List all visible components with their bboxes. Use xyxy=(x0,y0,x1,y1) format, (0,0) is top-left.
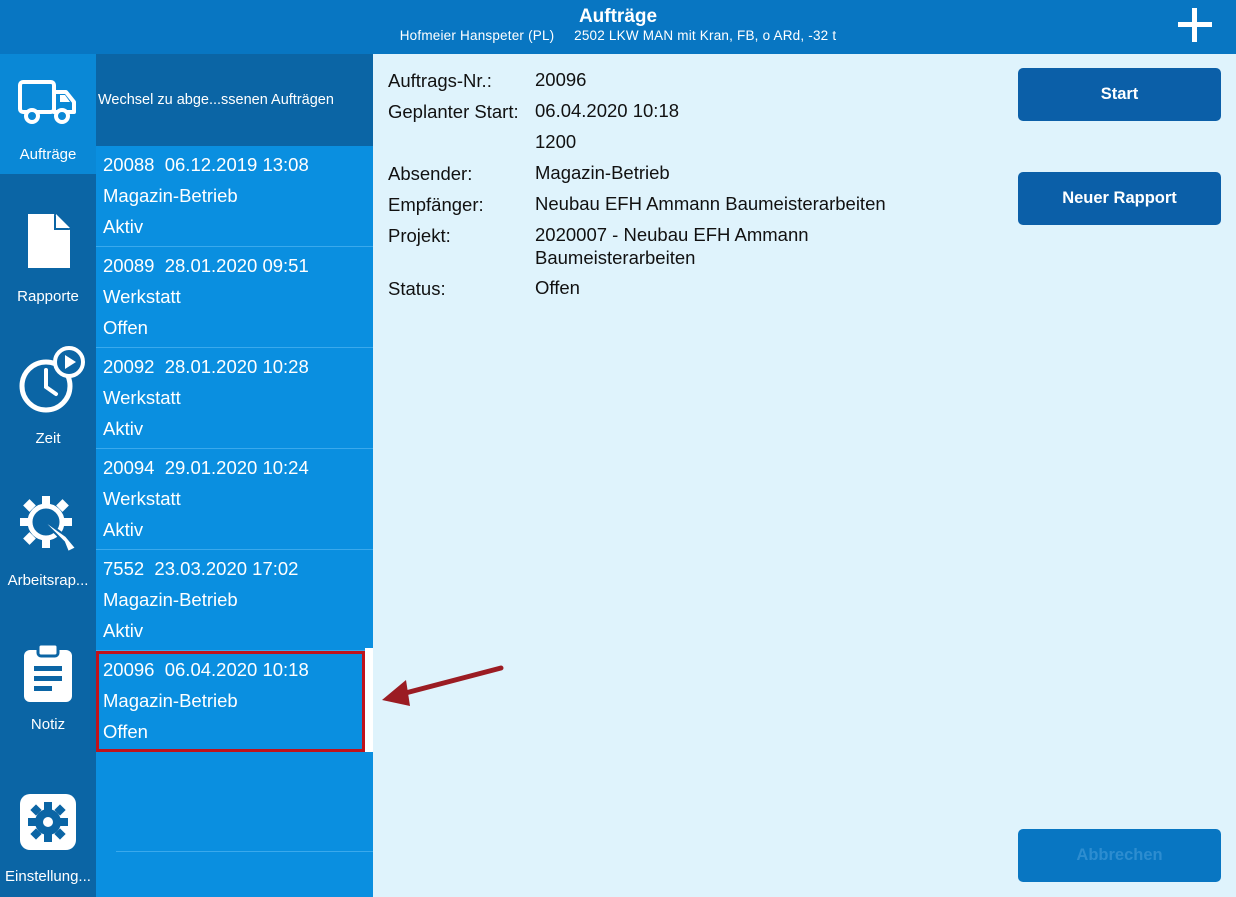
document-icon xyxy=(28,214,70,268)
order-status: Offen xyxy=(103,317,148,338)
order-no-label: Auftrags-Nr.: xyxy=(388,70,492,91)
order-number-date: 20092 28.01.2020 10:28 xyxy=(103,356,309,377)
header-subtitle: Hofmeier Hanspeter (PL) 2502 LKW MAN mit… xyxy=(399,28,837,43)
sidebar-item-label: Zeit xyxy=(35,430,61,447)
sidebar-item-notiz[interactable]: Notiz xyxy=(0,634,96,744)
order-location: Werkstatt xyxy=(103,286,181,307)
project-value: 2020007 - Neubau EFH Ammann Baumeisterar… xyxy=(535,224,809,268)
start-button[interactable]: Start xyxy=(1018,68,1221,121)
order-detail: Auftrags-Nr.: 20096 Geplanter Start: 06.… xyxy=(373,54,1236,897)
settings-icon xyxy=(20,794,76,850)
sidebar-item-label: Rapporte xyxy=(17,288,79,305)
list-item[interactable]: 7552 23.03.2020 17:02 Magazin-Betrieb Ak… xyxy=(96,550,373,651)
sidebar-item-label: Einstellung... xyxy=(5,868,91,885)
sender-value: Magazin-Betrieb xyxy=(535,162,670,183)
list-item-selected[interactable]: 20096 06.04.2020 10:18 Magazin-Betrieb O… xyxy=(96,651,365,752)
gear-wrench-icon xyxy=(20,496,78,554)
sidebar-item-label: Aufträge xyxy=(19,146,77,163)
project-label: Projekt: xyxy=(388,225,451,246)
annotation-arrow-icon xyxy=(382,665,504,706)
order-status: Offen xyxy=(103,721,148,742)
sidebar-item-zeit[interactable]: Zeit xyxy=(0,342,96,452)
sidebar-item-rapporte[interactable]: Rapporte xyxy=(0,204,96,314)
list-item[interactable]: 20088 06.12.2019 13:08 Magazin-Betrieb A… xyxy=(96,146,373,247)
planned-start-label: Geplanter Start: xyxy=(388,101,519,122)
order-number-date: 20088 06.12.2019 13:08 xyxy=(103,154,309,175)
order-number-date: 7552 23.03.2020 17:02 xyxy=(103,558,299,579)
sidebar-item-label: Arbeitsrap... xyxy=(7,572,89,589)
sidebar-nav: Aufträge Rapporte Zeit Arbeitsrap... Not… xyxy=(0,54,96,897)
order-location: Werkstatt xyxy=(103,387,181,408)
sender-label: Absender: xyxy=(388,163,473,184)
order-list: Wechsel zu abge...ssenen Aufträgen 20088… xyxy=(96,54,373,897)
clock-play-icon xyxy=(19,346,85,413)
divider xyxy=(116,851,373,852)
order-status: Aktiv xyxy=(103,418,144,439)
clipboard-icon xyxy=(24,642,72,702)
recipient-value: Neubau EFH Ammann Baumeisterarbeiten xyxy=(535,193,886,214)
list-item[interactable]: 20089 28.01.2020 09:51 Werkstatt Offen xyxy=(96,247,373,348)
order-number-date: 20089 28.01.2020 09:51 xyxy=(103,255,309,276)
order-status: Aktiv xyxy=(103,216,144,237)
switch-closed-orders-button[interactable]: Wechsel zu abge...ssenen Aufträgen xyxy=(96,54,373,146)
sidebar-item-einstellungen[interactable]: Einstellung... xyxy=(0,786,96,896)
order-location: Magazin-Betrieb xyxy=(103,690,238,711)
order-status: Aktiv xyxy=(103,519,144,540)
planned-start-value: 06.04.2020 10:18 xyxy=(535,100,680,121)
plus-icon[interactable] xyxy=(1176,6,1214,44)
top-bar: Aufträge Hofmeier Hanspeter (PL) 2502 LK… xyxy=(0,0,1236,54)
order-location: Magazin-Betrieb xyxy=(103,589,238,610)
page-title: Aufträge xyxy=(578,6,658,27)
selection-indicator xyxy=(365,648,373,752)
extra-value: 1200 xyxy=(535,131,577,152)
sidebar-item-arbeitsrapport[interactable]: Arbeitsrap... xyxy=(0,484,96,594)
order-number-date: 20096 06.04.2020 10:18 xyxy=(103,659,309,680)
order-number-date: 20094 29.01.2020 10:24 xyxy=(103,457,309,478)
order-status: Aktiv xyxy=(103,620,144,641)
cancel-button[interactable]: Abbrechen xyxy=(1018,829,1221,882)
recipient-label: Empfänger: xyxy=(388,194,484,215)
new-report-button[interactable]: Neuer Rapport xyxy=(1018,172,1221,225)
order-location: Magazin-Betrieb xyxy=(103,185,238,206)
order-no-value: 20096 xyxy=(535,69,587,90)
status-value: Offen xyxy=(535,277,580,298)
sidebar-item-label: Notiz xyxy=(30,716,66,733)
list-item[interactable]: 20092 28.01.2020 10:28 Werkstatt Aktiv xyxy=(96,348,373,449)
sidebar-item-auftraege[interactable]: Aufträge xyxy=(0,54,96,174)
truck-icon xyxy=(18,80,76,124)
list-item[interactable]: 20094 29.01.2020 10:24 Werkstatt Aktiv xyxy=(96,449,373,550)
status-label: Status: xyxy=(388,278,446,299)
order-location: Werkstatt xyxy=(103,488,181,509)
